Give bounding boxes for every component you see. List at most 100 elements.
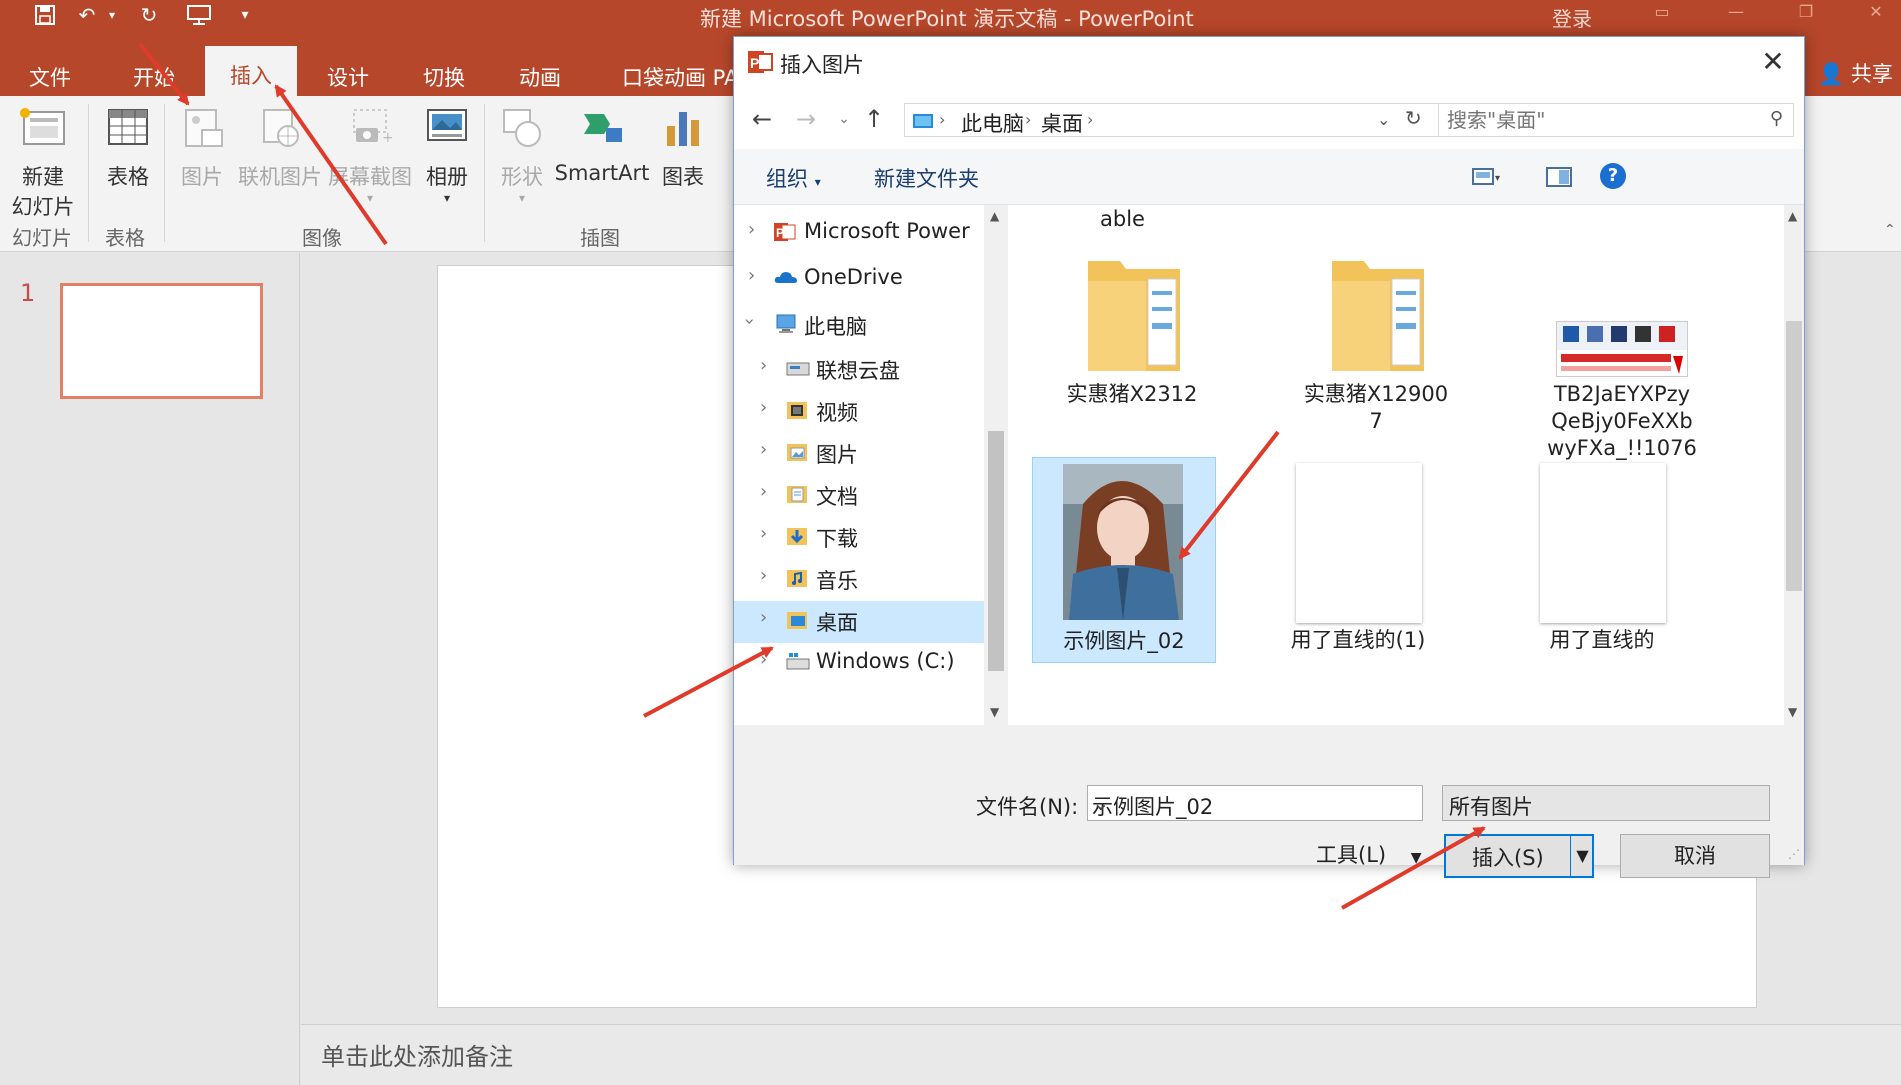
save-icon[interactable] xyxy=(28,2,62,28)
scroll-up-icon[interactable]: ▲ xyxy=(1788,209,1797,223)
refresh-icon[interactable]: ↻ xyxy=(1405,106,1422,130)
screenshot-dropdown-icon: ▾ xyxy=(366,191,374,205)
scroll-up-icon[interactable]: ▲ xyxy=(990,209,999,223)
search-box[interactable]: ⚲ xyxy=(1438,103,1794,137)
nav-item-onedrive[interactable]: › OneDrive xyxy=(734,259,984,299)
restore-icon[interactable]: ❐ xyxy=(1786,2,1826,28)
expand-chevron-icon[interactable]: › xyxy=(760,481,767,502)
file-item-blank[interactable]: 用了直线的 xyxy=(1514,463,1690,663)
scroll-down-icon[interactable]: ▼ xyxy=(1788,705,1797,719)
online-picture-button[interactable]: 联机图片 xyxy=(236,106,324,191)
notes-pane[interactable]: 单击此处添加备注 xyxy=(301,1024,1901,1085)
file-item-folder[interactable]: 实惠猪X2312 xyxy=(1056,251,1208,406)
slide-thumbnail[interactable] xyxy=(60,283,263,399)
nav-scroll-thumb[interactable] xyxy=(988,431,1004,671)
svg-text:▾: ▾ xyxy=(1495,173,1500,184)
help-icon[interactable]: ? xyxy=(1600,163,1626,189)
nav-item-documents[interactable]: › 文档 xyxy=(734,475,984,515)
nav-item-lenovo-cloud[interactable]: › 联想云盘 xyxy=(734,349,984,389)
redo-icon[interactable]: ↻ xyxy=(132,2,166,28)
expand-chevron-icon[interactable]: › xyxy=(760,607,767,628)
breadcrumb-desktop[interactable]: 桌面 xyxy=(1041,108,1083,138)
undo-icon[interactable]: ↶ xyxy=(70,2,104,28)
present-icon[interactable] xyxy=(182,2,216,28)
login-link[interactable]: 登录 xyxy=(1552,3,1592,32)
tab-transitions[interactable]: 切换 xyxy=(414,52,474,96)
dialog-close-icon[interactable]: ✕ xyxy=(1756,45,1790,79)
collapse-ribbon-icon[interactable]: ⌃ xyxy=(1884,222,1896,238)
organize-menu[interactable]: 组织 ▾ xyxy=(766,163,821,193)
customize-toolbar-icon[interactable]: ▾ xyxy=(228,2,262,28)
address-dropdown-icon[interactable]: ⌄ xyxy=(1377,110,1390,129)
expand-chevron-icon[interactable]: › xyxy=(760,565,767,586)
breadcrumb-this-pc[interactable]: 此电脑 xyxy=(961,108,1024,138)
expand-chevron-icon[interactable]: › xyxy=(760,649,767,670)
close-window-icon[interactable]: ✕ xyxy=(1856,2,1896,28)
nav-item-windows-c[interactable]: › Windows (C:) xyxy=(734,643,984,683)
filename-input[interactable]: 示例图片_02 ⌄ xyxy=(1087,785,1423,821)
new-slide-button[interactable]: 新建 幻灯片 xyxy=(6,106,80,221)
up-folder-icon[interactable]: ↑ xyxy=(858,103,890,135)
search-input[interactable] xyxy=(1447,106,1747,134)
nav-item-desktop[interactable]: › 桌面 xyxy=(734,601,984,643)
scroll-down-icon[interactable]: ▼ xyxy=(990,705,999,719)
picture-button[interactable]: 图片 xyxy=(174,106,230,191)
nav-item-music[interactable]: › 音乐 xyxy=(734,559,984,599)
resize-grip-icon[interactable]: ⋰ xyxy=(1788,847,1800,861)
expand-chevron-icon[interactable]: › xyxy=(748,219,755,240)
tab-animations[interactable]: 动画 xyxy=(510,52,570,96)
drive-icon xyxy=(786,357,810,379)
shapes-button[interactable]: 形状 ▾ xyxy=(494,106,550,205)
file-item-photo-selected[interactable]: 示例图片_02 xyxy=(1032,457,1216,663)
chevron-down-icon[interactable]: ⌄ xyxy=(1449,791,1761,815)
nav-item-downloads[interactable]: › 下载 xyxy=(734,517,984,557)
collapse-chevron-icon[interactable]: › xyxy=(739,318,760,325)
table-button[interactable]: 表格 xyxy=(98,106,158,191)
nav-item-this-pc[interactable]: › 此电脑 xyxy=(734,305,984,345)
search-icon[interactable]: ⚲ xyxy=(1770,108,1783,129)
share-button[interactable]: 👤 共享 xyxy=(1818,58,1893,88)
expand-chevron-icon[interactable]: › xyxy=(760,523,767,544)
breadcrumb-separator-icon: › xyxy=(1025,110,1032,129)
filetype-select[interactable]: 所有图片 ⌄ xyxy=(1442,785,1770,821)
cancel-button[interactable]: 取消 xyxy=(1620,834,1770,878)
minimize-icon[interactable]: — xyxy=(1716,2,1756,28)
nav-item-pictures[interactable]: › 图片 xyxy=(734,433,984,473)
back-icon[interactable]: ← xyxy=(746,103,778,135)
ribbon-display-icon[interactable]: ▭ xyxy=(1642,2,1682,28)
forward-icon[interactable]: → xyxy=(790,103,822,135)
address-bar[interactable]: › 此电脑 › 桌面 › ⌄ ↻ xyxy=(904,103,1440,137)
chevron-down-icon[interactable]: ⌄ xyxy=(1092,791,1414,815)
preview-pane-icon[interactable] xyxy=(1546,167,1572,191)
view-options-icon[interactable]: ▾ xyxy=(1472,167,1502,191)
nav-item-videos[interactable]: › 视频 xyxy=(734,391,984,431)
new-folder-button[interactable]: 新建文件夹 xyxy=(874,163,979,193)
tab-home[interactable]: 开始 xyxy=(124,52,184,96)
insert-button[interactable]: 插入(S) ▼ xyxy=(1444,834,1594,878)
expand-chevron-icon[interactable]: › xyxy=(760,397,767,418)
tab-file[interactable]: 文件 xyxy=(20,52,80,96)
chart-button[interactable]: 图表 xyxy=(656,106,710,191)
tab-design[interactable]: 设计 xyxy=(318,52,378,96)
expand-chevron-icon[interactable]: › xyxy=(748,265,755,286)
table-icon xyxy=(98,106,158,155)
expand-chevron-icon[interactable]: › xyxy=(760,355,767,376)
expand-chevron-icon[interactable]: › xyxy=(760,439,767,460)
nav-item-microsoft-powerpoint[interactable]: › P Microsoft Power xyxy=(734,213,984,253)
desktop-folder-icon xyxy=(913,112,933,134)
screenshot-button[interactable]: + 屏幕截图 ▾ xyxy=(326,106,414,205)
file-item-image[interactable]: TB2JaEYXPzyQeBjy0FeXXbwyFXa_!!107639470 xyxy=(1546,251,1698,487)
smartart-button[interactable]: SmartArt xyxy=(554,106,650,185)
tab-insert[interactable]: 插入 xyxy=(205,46,297,96)
recent-locations-icon[interactable]: ⌄ xyxy=(828,103,860,135)
file-scrollbar[interactable]: ▲ ▼ xyxy=(1784,205,1804,725)
insert-dropdown-icon[interactable]: ▼ xyxy=(1570,836,1594,876)
file-item-folder[interactable]: 实惠猪X129007 xyxy=(1300,251,1452,433)
tools-menu[interactable]: 工具(L) ▼ xyxy=(1316,839,1422,869)
tab-pocket-animation[interactable]: 口袋动画 PA xyxy=(622,52,738,96)
file-item-blank[interactable]: 用了直线的(1) xyxy=(1270,463,1446,663)
nav-scrollbar[interactable]: ▲ ▼ xyxy=(984,205,1008,725)
file-scroll-thumb[interactable] xyxy=(1786,321,1802,591)
album-button[interactable]: 相册 ▾ xyxy=(418,106,476,205)
undo-dropdown-icon[interactable]: ▾ xyxy=(104,2,120,28)
